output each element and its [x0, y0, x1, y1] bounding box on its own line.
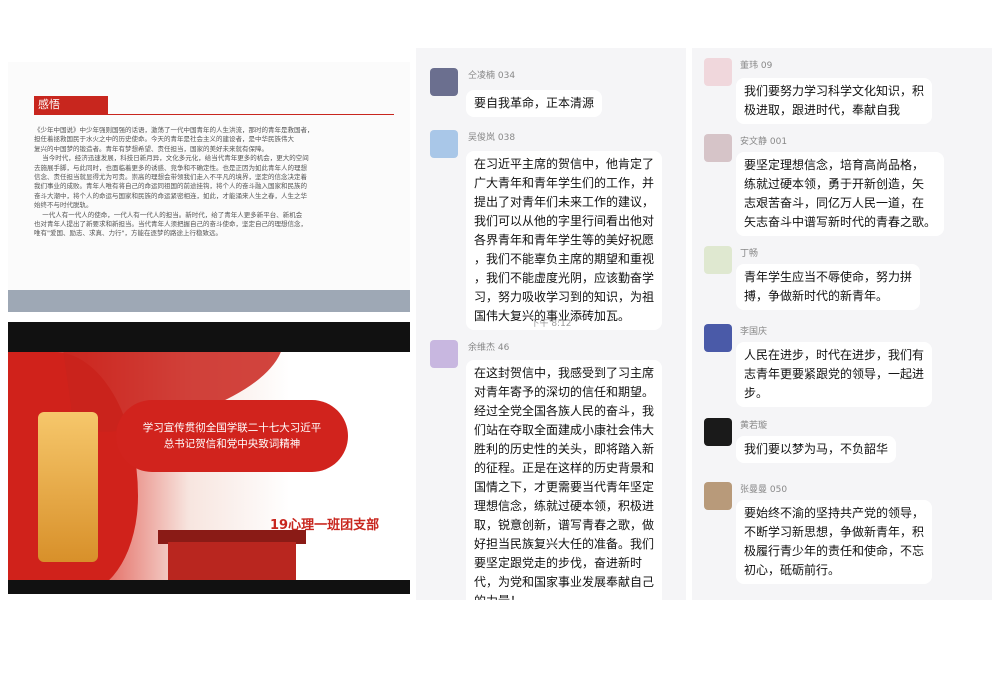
- sender-name: 安文静 001: [740, 137, 788, 147]
- chat-message: 黄若璇 我们要以梦为马，不负韶华: [692, 414, 992, 474]
- chat-timestamp: 下午 8:12: [530, 319, 572, 329]
- poster-scene: 学习宣传贯彻全国学联二十七大习近平 总书记贺信和党中央致词精神 19心理一班团支…: [8, 352, 410, 580]
- slide-page: 感悟 《少年中国说》中少年强则国强的话语，激荡了一代中国青年的人生洪流，那时的青…: [8, 62, 410, 300]
- tiananmen-gate-graphic: [168, 542, 296, 580]
- chat-message: 张曼曼 050 要始终不渝的坚持共产党的领导， 不断学习新思想，争做新青年，积 …: [692, 478, 992, 598]
- sender-name: 李国庆: [740, 327, 768, 337]
- poster-title-line2: 总书记贺信和党中央致词精神: [163, 438, 301, 450]
- avatar[interactable]: [430, 130, 458, 158]
- heading-divider: [34, 114, 394, 115]
- message-bubble[interactable]: 要坚定理想信念，培育高尚品格， 练就过硬本领，勇于开新创造，矢 志艰苦奋斗，同亿…: [736, 152, 945, 236]
- message-bubble[interactable]: 我们要以梦为马，不负韶华: [736, 436, 897, 463]
- message-bubble[interactable]: 我们要努力学习科学文化知识，积 极进取，跟进时代，奉献自我: [736, 78, 933, 124]
- chat-message: 安文静 001 要坚定理想信念，培育高尚品格， 练就过硬本领，勇于开新创造，矢 …: [692, 130, 992, 246]
- message-bubble[interactable]: 在这封贺信中，我感受到了习主席 对青年寄予的深切的信任和期望。 经过全党全国各族…: [466, 360, 663, 600]
- avatar[interactable]: [430, 340, 458, 368]
- chat-message: 丁畅 青年学生应当不辱使命，努力拼 搏，争做新时代的新青年。: [692, 242, 992, 316]
- essay-text: 《少年中国说》中少年强则国强的话语，激荡了一代中国青年的人生洪流，那时的青年是救…: [34, 126, 314, 238]
- message-bubble[interactable]: 青年学生应当不辱使命，努力拼 搏，争做新时代的新青年。: [736, 264, 921, 310]
- chat-column-middle: 仝凌楠 034 要自我革命，正本清源 吴俊岚 038 在习近平主席的贺信中，他肯…: [416, 48, 686, 600]
- sender-name: 吴俊岚 038: [468, 133, 516, 143]
- chat-column-right: 董玮 09 我们要努力学习科学文化知识，积 极进取，跟进时代，奉献自我 安文静 …: [692, 48, 992, 600]
- avatar[interactable]: [704, 482, 732, 510]
- sender-name: 余维杰 46: [468, 343, 510, 353]
- slide-heading: 感悟: [34, 96, 108, 114]
- message-bubble[interactable]: 要始终不渝的坚持共产党的领导， 不断学习新思想，争做新青年，积 极履行青少年的责…: [736, 500, 933, 584]
- sender-name: 张曼曼 050: [740, 485, 788, 495]
- poster-slide: 学习宣传贯彻全国学联二十七大习近平 总书记贺信和党中央致词精神 19心理一班团支…: [8, 322, 410, 594]
- message-bubble[interactable]: 人民在进步，时代在进步，我们有 志青年更要紧跟党的领导，一起进 步。: [736, 342, 933, 407]
- chat-message: 仝凌楠 034 要自我革命，正本清源: [416, 48, 686, 128]
- chat-message: 李国庆 人民在进步，时代在进步，我们有 志青年更要紧跟党的领导，一起进 步。: [692, 320, 992, 410]
- poster-title: 学习宣传贯彻全国学联二十七大习近平 总书记贺信和党中央致词精神: [116, 400, 348, 472]
- sender-name: 丁畅: [740, 249, 759, 259]
- slide-bottom-bar: [8, 290, 410, 312]
- avatar[interactable]: [704, 134, 732, 162]
- avatar[interactable]: [430, 68, 458, 96]
- chat-message: 董玮 09 我们要努力学习科学文化知识，积 极进取，跟进时代，奉献自我: [692, 48, 992, 128]
- sender-name: 黄若璇: [740, 421, 768, 431]
- avatar[interactable]: [704, 324, 732, 352]
- sender-name: 董玮 09: [740, 61, 773, 71]
- essay-slide: 感悟 《少年中国说》中少年强则国强的话语，激荡了一代中国青年的人生洪流，那时的青…: [8, 62, 410, 312]
- avatar[interactable]: [704, 418, 732, 446]
- avatar[interactable]: [704, 246, 732, 274]
- poster-title-line1: 学习宣传贯彻全国学联二十七大习近平: [142, 422, 322, 434]
- message-bubble[interactable]: 在习近平主席的贺信中，他肯定了 广大青年和青年学生们的工作，并 提出了对青年们未…: [466, 151, 663, 330]
- sender-name: 仝凌楠 034: [468, 71, 516, 81]
- golden-pillar-graphic: [38, 412, 98, 562]
- message-bubble[interactable]: 要自我革命，正本清源: [466, 90, 603, 117]
- chat-message: 余维杰 46 在这封贺信中，我感受到了习主席 对青年寄予的深切的信任和期望。 经…: [416, 336, 686, 600]
- avatar[interactable]: [704, 58, 732, 86]
